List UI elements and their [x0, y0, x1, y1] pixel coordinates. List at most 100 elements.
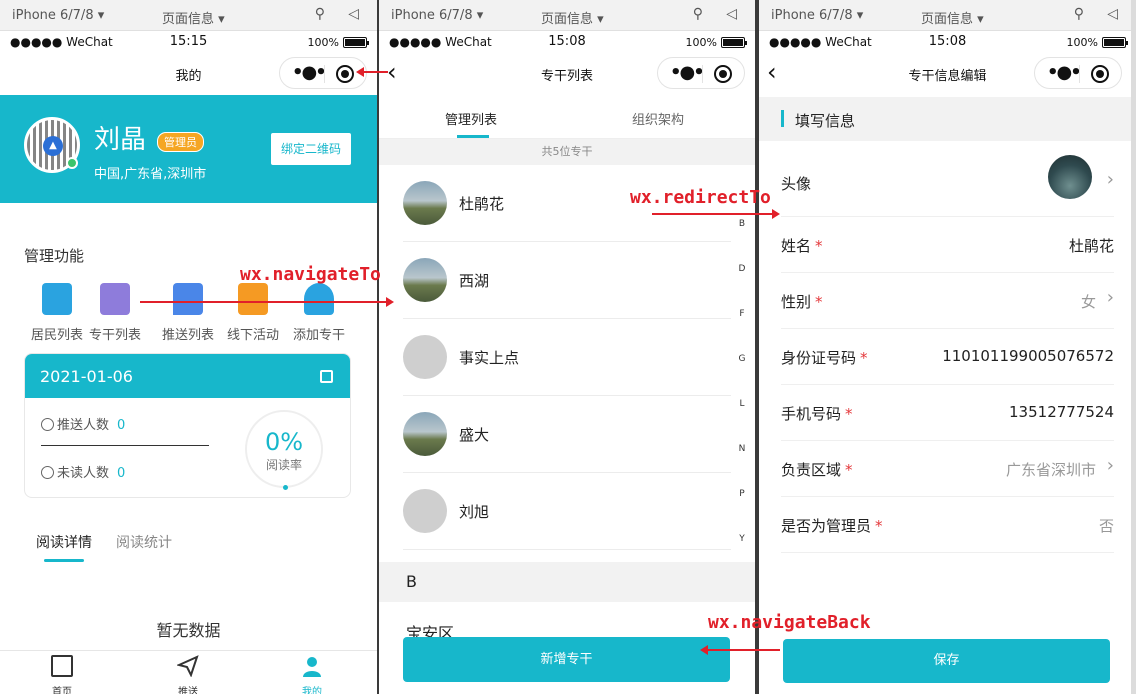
read-rate-ring: 0% 阅读率	[245, 410, 323, 490]
avatar	[1048, 155, 1092, 199]
battery-indicator: 100%	[686, 36, 747, 49]
page-info-selector[interactable]: 页面信息 ▾	[162, 8, 225, 27]
read-summary-card: 2021-01-06 推送人数 0 未读人数 0 0% 阅读率	[24, 353, 351, 498]
func-add-staff[interactable]: 添加专干	[286, 283, 352, 343]
list-tabs: 管理列表 组织架构	[379, 95, 755, 139]
pin-icon[interactable]: ⚲	[1074, 6, 1084, 22]
index-letter[interactable]: F	[735, 309, 749, 319]
menu-capsule: •●•	[657, 57, 745, 89]
unread-count: 未读人数 0	[41, 462, 125, 481]
list-item[interactable]: 事实上点	[403, 319, 731, 396]
form-section-header: 填写信息	[759, 97, 1136, 141]
tab-read-detail[interactable]: 阅读详情	[36, 532, 92, 552]
calendar-icon	[238, 283, 268, 315]
battery-icon	[721, 37, 747, 48]
func-resident-list[interactable]: 居民列表	[24, 283, 90, 343]
id-number-field[interactable]: 身份证号码 * 110101199005076572	[781, 329, 1114, 385]
device-selector[interactable]: iPhone 6/7/8 ▾	[12, 8, 104, 23]
index-letter[interactable]: G	[735, 354, 749, 364]
speaker-icon[interactable]: ◁	[1107, 6, 1118, 22]
list-item[interactable]: 刘旭	[403, 473, 731, 550]
more-icon[interactable]: •●•	[670, 63, 705, 83]
gender-field[interactable]: 性别 * 女 ›	[781, 273, 1114, 329]
chevron-right-icon: ›	[1106, 169, 1114, 190]
document-icon[interactable]	[320, 370, 333, 383]
phone-field[interactable]: 手机号码 * 13512777524	[781, 385, 1114, 441]
index-letter[interactable]: D	[735, 264, 749, 274]
arrow-left	[700, 645, 780, 655]
send-icon	[175, 655, 199, 678]
tabbar-push[interactable]: 推送	[148, 655, 228, 694]
index-letter[interactable]: P	[735, 489, 749, 499]
menu-capsule: •●•	[279, 57, 367, 89]
scrollbar[interactable]	[1131, 0, 1136, 694]
member-name: 事实上点	[459, 349, 520, 367]
close-capsule-icon[interactable]	[336, 65, 354, 83]
avatar	[403, 412, 447, 456]
speaker-icon[interactable]: ◁	[348, 6, 359, 22]
chevron-right-icon: ›	[1106, 455, 1114, 476]
index-letter[interactable]: B	[735, 219, 749, 229]
profile-name: 刘晶	[94, 125, 147, 155]
app-logo-icon: ▲	[43, 136, 63, 156]
index-letter[interactable]: L	[735, 399, 749, 409]
battery-indicator: 100%	[1067, 36, 1128, 49]
battery-icon	[343, 37, 369, 48]
pin-icon[interactable]: ⚲	[693, 6, 703, 22]
read-card-header: 2021-01-06	[25, 354, 350, 398]
list-item[interactable]: 西湖	[403, 242, 731, 319]
tab-org-structure[interactable]: 组织架构	[632, 109, 684, 128]
device-selector[interactable]: iPhone 6/7/8 ▾	[771, 8, 863, 23]
nav-bar: ‹ 专干列表 •●•	[379, 53, 755, 95]
chat-icon	[41, 466, 54, 479]
message-icon	[173, 283, 203, 315]
phone-staff-list: iPhone 6/7/8 ▾ 页面信息 ▾ ⚲ ◁ ●●●●● WeChat 1…	[379, 0, 755, 694]
document-icon	[100, 283, 130, 315]
close-capsule-icon[interactable]	[1091, 65, 1109, 83]
func-offline-activity[interactable]: 线下活动	[220, 283, 286, 343]
avatar-field[interactable]: 头像 ›	[781, 141, 1114, 217]
battery-icon	[1102, 37, 1128, 48]
bind-qrcode-button[interactable]: 绑定二维码	[271, 133, 351, 165]
speaker-icon[interactable]: ◁	[726, 6, 737, 22]
battery-indicator: 100%	[308, 36, 369, 49]
page-info-selector[interactable]: 页面信息 ▾	[541, 8, 604, 27]
name-field[interactable]: 姓名 * 杜鹃花	[781, 217, 1114, 273]
save-button[interactable]: 保存	[783, 639, 1110, 683]
manage-functions-title: 管理功能	[24, 247, 85, 265]
devtools-bar: iPhone 6/7/8 ▾ 页面信息 ▾ ⚲ ◁	[0, 0, 377, 31]
divider	[41, 445, 209, 446]
tabbar-home[interactable]: 首页	[22, 655, 102, 694]
func-push-list[interactable]: 推送列表	[155, 283, 221, 343]
pin-icon[interactable]: ⚲	[315, 6, 325, 22]
tab-read-stats[interactable]: 阅读统计	[116, 532, 172, 552]
avatar	[403, 181, 447, 225]
list-item[interactable]: 盛大	[403, 396, 731, 473]
chevron-right-icon: ›	[1106, 287, 1114, 308]
avatar	[403, 258, 447, 302]
add-staff-button[interactable]: 新增专干	[403, 637, 730, 682]
device-selector[interactable]: iPhone 6/7/8 ▾	[391, 8, 483, 23]
page-info-selector[interactable]: 页面信息 ▾	[921, 8, 984, 27]
active-tab-indicator	[44, 559, 84, 562]
member-name: 西湖	[459, 272, 490, 290]
more-icon[interactable]: •●•	[292, 63, 327, 83]
status-bar: ●●●●● WeChat 15:08 100%	[759, 31, 1136, 53]
area-field[interactable]: 负责区域 * 广东省深圳市 ›	[781, 441, 1114, 497]
tab-manage-list[interactable]: 管理列表	[445, 109, 497, 128]
tabbar-mine[interactable]: 我的	[272, 655, 352, 694]
status-bar: ●●●●● WeChat 15:08 100%	[379, 31, 755, 53]
index-letter[interactable]: N	[735, 444, 749, 454]
annotation-redirect-to: wx.redirectTo	[630, 187, 771, 208]
phone-my-page: iPhone 6/7/8 ▾ 页面信息 ▾ ⚲ ◁ ●●●●● WeChat 1…	[0, 0, 377, 694]
profile-header: ▲ 刘晶 管理员 中国,广东省,深圳市 绑定二维码	[0, 95, 377, 203]
func-staff-list[interactable]: 专干列表	[82, 283, 148, 343]
index-letter[interactable]: Y	[735, 534, 749, 544]
close-capsule-icon[interactable]	[714, 65, 732, 83]
arrow-left	[356, 67, 388, 77]
pushed-count: 推送人数 0	[41, 414, 125, 433]
more-icon[interactable]: •●•	[1047, 63, 1082, 83]
admin-field[interactable]: 是否为管理员 * 否	[781, 497, 1114, 553]
read-card-date: 2021-01-06	[40, 367, 133, 386]
annotation-navigate-to: wx.navigateTo	[240, 264, 381, 285]
